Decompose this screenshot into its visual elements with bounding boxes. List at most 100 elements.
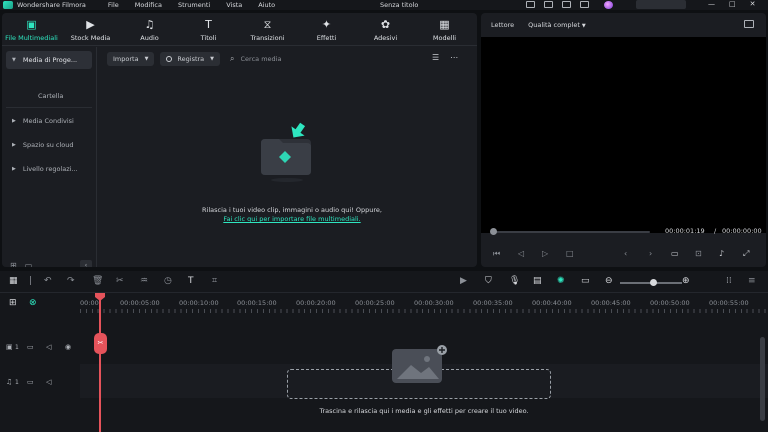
- mark-in-icon[interactable]: ‹: [624, 249, 627, 258]
- tab-stickers[interactable]: ✿ Adesivi: [356, 13, 415, 46]
- chevron-down-icon: ▼: [144, 56, 149, 62]
- zoom-out-icon[interactable]: ⊖: [605, 276, 613, 287]
- microphone-icon[interactable]: 🎙: [509, 276, 520, 287]
- crop-icon[interactable]: ⌗: [212, 276, 217, 287]
- menu-tools[interactable]: Strumenti: [178, 1, 210, 9]
- previous-frame-icon[interactable]: ⏮: [493, 249, 500, 259]
- sidebar-item-folder[interactable]: Cartella: [38, 92, 63, 100]
- sticker-icon: ✿: [380, 18, 391, 31]
- tab-label: Modelli: [432, 34, 457, 42]
- mark-out-icon[interactable]: ›: [649, 249, 652, 258]
- collapse-sidebar-button[interactable]: ‹: [80, 260, 92, 267]
- import-folder-icon[interactable]: [259, 121, 315, 183]
- add-track-icon[interactable]: ⊞: [9, 298, 17, 309]
- minimize-icon[interactable]: —: [708, 0, 715, 9]
- tab-stock-media[interactable]: ▶ Stock Media: [61, 13, 120, 46]
- tab-titles[interactable]: T Titoli: [179, 13, 238, 46]
- sidebar-item-cloud-storage[interactable]: ▶ Spazio su cloud: [6, 136, 92, 154]
- split-scissors-icon[interactable]: ✂: [116, 276, 124, 287]
- sidebar-item-adjustment-layer[interactable]: ▶ Livello regolazi...: [6, 160, 92, 178]
- maximize-icon[interactable]: □: [729, 0, 736, 9]
- add-media-image-icon[interactable]: [391, 345, 447, 385]
- layout-icon[interactable]: [526, 1, 535, 8]
- menu-edit[interactable]: Modifica: [135, 1, 162, 9]
- fullscreen-icon[interactable]: ⤢: [743, 249, 749, 259]
- camera-icon[interactable]: ⊡: [695, 249, 702, 258]
- render-icon[interactable]: ▶: [460, 276, 467, 287]
- drop-text-line: Rilascia i tuoi video clip, immagini o a…: [202, 206, 382, 214]
- tab-effects[interactable]: ✦ Effetti: [297, 13, 356, 46]
- sidebar-item-project-media[interactable]: ▼ Media di Proge...: [6, 51, 92, 69]
- import-media-link[interactable]: Fai clic qui per importare file multimed…: [107, 215, 477, 224]
- audio-tool-icon[interactable]: ♒: [140, 276, 148, 287]
- redo-icon[interactable]: ↷: [67, 276, 75, 287]
- preview-scrubber[interactable]: [493, 231, 650, 233]
- screen-icon[interactable]: [544, 1, 553, 8]
- shield-icon[interactable]: ⛉: [485, 276, 492, 287]
- player-header: Lettore Qualità complet ▼: [481, 13, 766, 36]
- quality-dropdown[interactable]: Qualità complet ▼: [528, 21, 586, 29]
- tab-audio[interactable]: ♫ Audio: [120, 13, 179, 46]
- timeline-scrollbar[interactable]: [760, 337, 765, 421]
- speaker-icon[interactable]: ◁: [46, 378, 51, 386]
- message-icon[interactable]: [580, 1, 589, 8]
- import-dropdown[interactable]: Importa ▼: [107, 52, 155, 66]
- search-icon: ⌕: [230, 54, 235, 63]
- step-back-icon[interactable]: ◁: [518, 249, 524, 258]
- link-icon[interactable]: ⊗: [29, 298, 37, 309]
- menu-help[interactable]: Aiuto: [258, 1, 275, 9]
- ruler-label: 00:00:10:00: [179, 299, 219, 307]
- ai-effect-icon[interactable]: ✺: [557, 276, 565, 287]
- tab-transitions[interactable]: ⧖ Transizioni: [238, 13, 297, 46]
- delete-icon[interactable]: 🗑: [92, 276, 103, 287]
- ruler-label: 00:00:55:00: [709, 299, 749, 307]
- video-track-icon: ▣: [6, 343, 13, 351]
- subtitle-icon[interactable]: ▭: [581, 276, 590, 287]
- export-button[interactable]: [636, 0, 686, 9]
- speaker-icon[interactable]: ◁: [46, 343, 51, 351]
- timeline-ruler[interactable]: 00:00 00:00:05:00 00:00:10:00 00:00:15:0…: [80, 296, 768, 313]
- ruler-ticks: [80, 309, 768, 313]
- ruler-label: 00:00: [80, 299, 99, 307]
- avatar[interactable]: [604, 1, 613, 9]
- folder-icon[interactable]: ▭: [27, 343, 34, 351]
- zoom-slider-handle[interactable]: [650, 279, 657, 286]
- scrubber-handle[interactable]: [490, 228, 497, 235]
- menu-file[interactable]: File: [108, 1, 119, 9]
- new-folder-icon[interactable]: ⊞: [10, 261, 17, 267]
- mixer-icon[interactable]: ▤: [533, 276, 542, 287]
- tab-label: File Multimediali: [5, 34, 58, 42]
- timeline-settings-icon[interactable]: ⁞⁞: [726, 276, 732, 287]
- play-icon[interactable]: ▷: [542, 249, 548, 258]
- cloud-icon[interactable]: [562, 1, 571, 8]
- folder-icon[interactable]: ▭: [25, 261, 33, 267]
- app-name: Wondershare Filmora: [17, 1, 86, 9]
- record-dropdown[interactable]: Registra ▼: [160, 52, 221, 66]
- playhead[interactable]: [99, 296, 101, 432]
- filter-sort-icon[interactable]: ☰: [432, 53, 439, 62]
- tab-templates[interactable]: ▦ Modelli: [415, 13, 474, 46]
- speed-icon[interactable]: ◷: [164, 276, 172, 287]
- zoom-in-icon[interactable]: ⊕: [682, 276, 690, 287]
- menu-view[interactable]: Vista: [226, 1, 242, 9]
- snapshot-icon[interactable]: [744, 20, 754, 28]
- undo-icon[interactable]: ↶: [44, 276, 52, 287]
- playhead-scissors-handle[interactable]: ✂: [94, 333, 107, 354]
- stop-icon[interactable]: □: [566, 249, 574, 258]
- text-tool-icon[interactable]: T: [188, 276, 194, 287]
- folder-icon[interactable]: ▭: [27, 378, 34, 386]
- sidebar-item-shared-media[interactable]: ▶ Media Condivisi: [6, 112, 92, 130]
- media-toolbar: Importa ▼ Registra ▼ ⌕: [107, 52, 391, 66]
- timeline-more-icon[interactable]: ≡: [748, 276, 756, 287]
- grid-layout-icon[interactable]: ▦: [9, 276, 18, 287]
- display-icon[interactable]: ▭: [671, 249, 679, 258]
- volume-icon[interactable]: ♪: [719, 249, 724, 258]
- eye-icon[interactable]: ◉: [65, 343, 71, 351]
- tab-media-files[interactable]: ▣ File Multimediali: [2, 13, 61, 46]
- search-input[interactable]: [240, 55, 391, 63]
- media-toolbar-right: ☰ ⋯: [432, 53, 458, 62]
- audio-track-number: 1: [15, 378, 19, 386]
- more-options-icon[interactable]: ⋯: [450, 53, 458, 62]
- menu-bar: File Modifica Strumenti Vista Aiuto: [108, 1, 291, 9]
- close-icon[interactable]: ✕: [750, 0, 756, 9]
